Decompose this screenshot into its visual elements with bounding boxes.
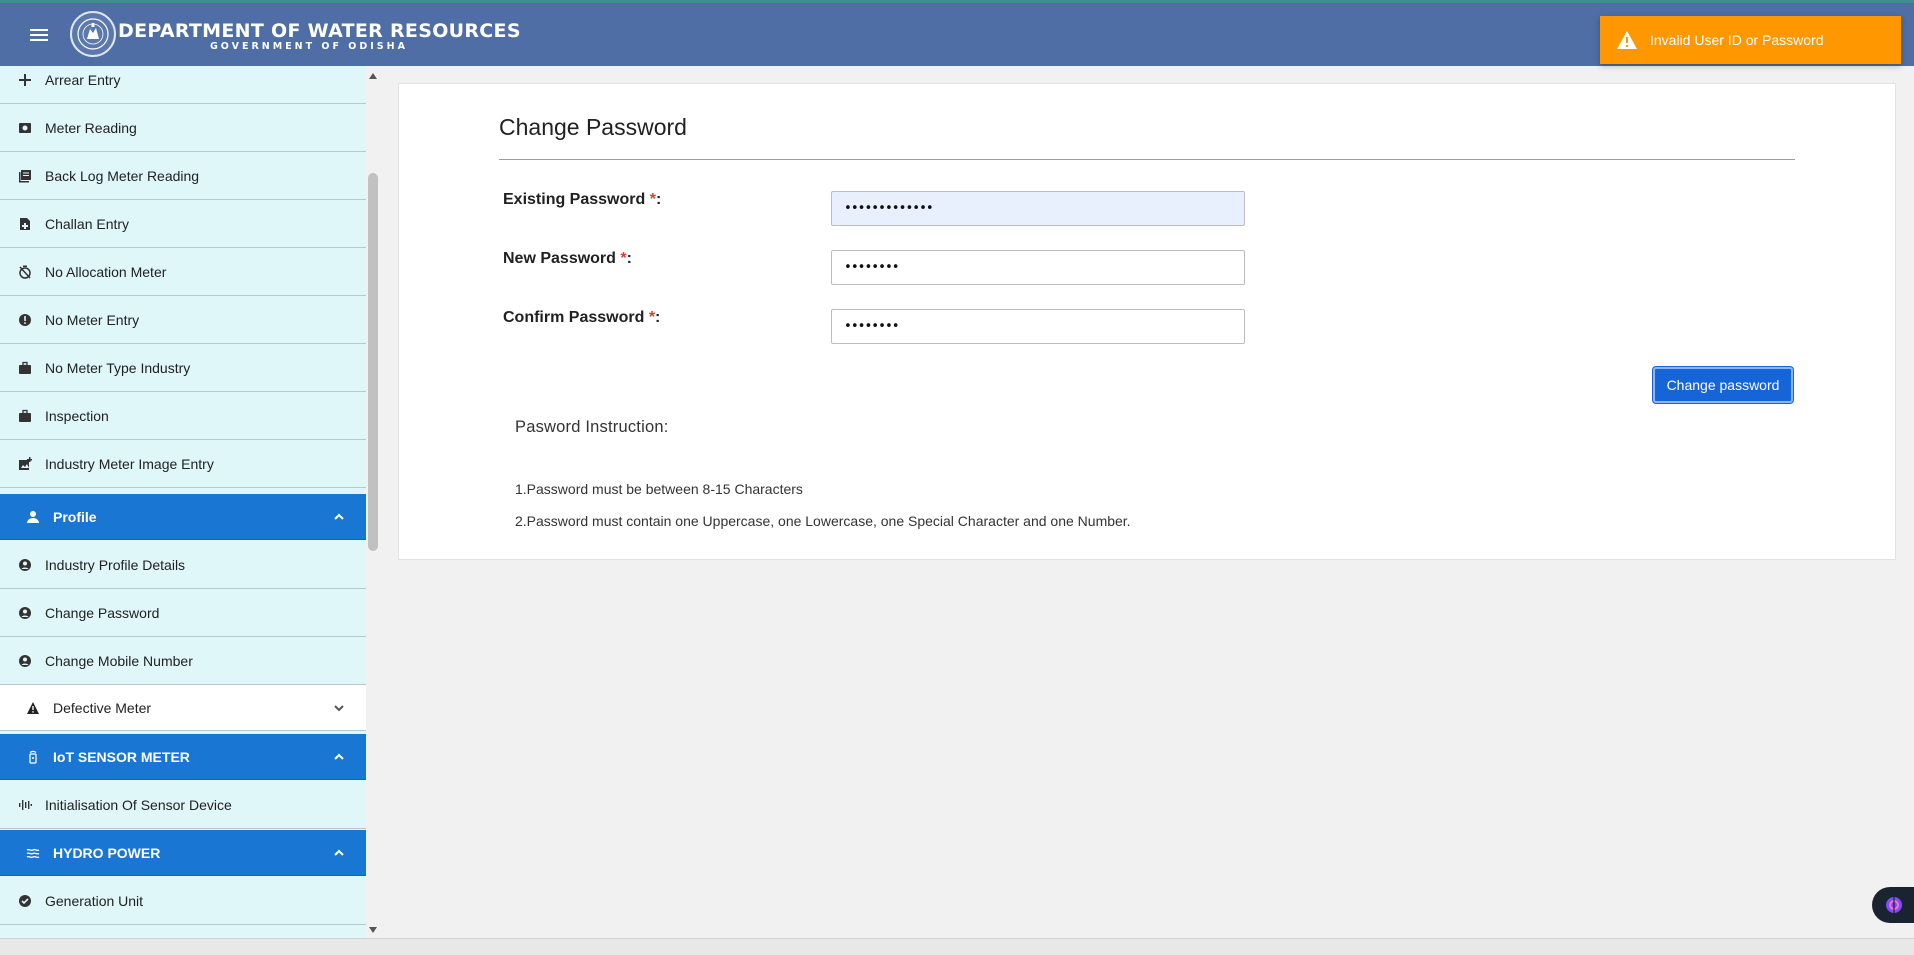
sidebar-section-iot-sensor-meter[interactable]: IoT SENSOR METER (0, 734, 366, 780)
sidebar-item-label: Meter Reading (45, 119, 137, 136)
sidebar-section-label: Defective Meter (53, 699, 152, 716)
odisha-emblem-logo (70, 11, 116, 57)
instruction-line: 1.Password must be between 8-15 Characte… (515, 481, 803, 497)
app-window: DEPARTMENT OF WATER RESOURCES GOVERNMENT… (0, 3, 1914, 955)
sidebar-item-label: Arrear Entry (45, 71, 121, 88)
sidebar-section-label: Profile (53, 508, 97, 525)
library-books-icon (18, 169, 32, 183)
sidebar-item-back-log-meter-reading[interactable]: Back Log Meter Reading (0, 152, 366, 200)
sidebar-section-hydro-power[interactable]: HYDRO POWER (0, 830, 366, 876)
sidebar-item-change-password[interactable]: Change Password (0, 589, 366, 637)
waves-icon (26, 846, 40, 860)
sidebar-item-label: Industry Meter Image Entry (45, 455, 214, 472)
chevron-up-icon (334, 753, 344, 760)
chevron-down-icon (334, 705, 344, 712)
horizontal-scrollbar[interactable] (0, 938, 1914, 955)
page-title: Change Password (499, 114, 687, 140)
error-toast[interactable]: Invalid User ID or Password (1600, 16, 1901, 64)
timer-off-icon (18, 265, 32, 279)
sensor-icon (26, 750, 40, 764)
existing-password-label: Existing Password *: (503, 191, 662, 208)
account-circle-icon (18, 606, 32, 620)
sidebar-item-label: No Meter Entry (45, 311, 140, 328)
sidebar-item-generation-unit[interactable]: Generation Unit (0, 877, 366, 925)
assistant-icon (1886, 897, 1902, 913)
sidebar-item-label: Inspection (45, 407, 109, 424)
add-photo-icon (18, 456, 32, 471)
sidebar-item-label: Change Mobile Number (45, 652, 193, 669)
instruction-line: 2.Password must contain one Uppercase, o… (515, 513, 1131, 529)
new-password-label: New Password *: (503, 250, 632, 267)
plus-icon (18, 73, 32, 87)
sidebar-item-label: Change Password (45, 604, 160, 621)
sidebar-item-inspection[interactable]: Inspection (0, 392, 366, 440)
sidebar-item-label: Back Log Meter Reading (45, 167, 200, 184)
sidebar-item-meter-reading[interactable]: Meter Reading (0, 104, 366, 152)
sidebar-item-label: Generation Unit (45, 892, 144, 909)
sidebar-item-label: Industry Profile Details (45, 556, 186, 573)
sidebar-item-label: Initialisation Of Sensor Device (45, 796, 232, 813)
note-add-icon (18, 217, 32, 231)
sidebar-item-no-meter-entry[interactable]: No Meter Entry (0, 296, 366, 344)
confirm-password-label: Confirm Password *: (503, 309, 661, 326)
scroll-up-arrow-icon[interactable] (369, 73, 377, 79)
sidebar-item-challan-entry[interactable]: Challan Entry (0, 200, 366, 248)
person-icon (26, 510, 40, 524)
account-circle-icon (18, 654, 32, 668)
scroll-down-arrow-icon[interactable] (369, 927, 377, 933)
toast-message: Invalid User ID or Password (1650, 32, 1824, 48)
warning-icon (1617, 31, 1637, 49)
sidebar-item-no-allocation-meter[interactable]: No Allocation Meter (0, 248, 366, 296)
chevron-up-icon (334, 849, 344, 856)
brand: DEPARTMENT OF WATER RESOURCES GOVERNMENT… (118, 21, 521, 53)
existing-password-field[interactable]: ••••••••••••• (831, 191, 1245, 226)
sidebar: Arrear Entry Meter Reading Back Log Mete… (0, 66, 366, 938)
title-divider (499, 159, 1795, 160)
new-password-field[interactable]: •••••••• (831, 250, 1245, 285)
sidebar-item-label: No Meter Type Industry (45, 359, 191, 376)
sidebar-section-profile[interactable]: Profile (0, 494, 366, 540)
sidebar-item-industry-meter-image-entry[interactable]: Industry Meter Image Entry (0, 440, 366, 488)
sidebar-item-label: No Allocation Meter (45, 263, 167, 280)
sidebar-item-label: Challan Entry (45, 215, 130, 232)
sidebar-item-no-meter-type-industry[interactable]: No Meter Type Industry (0, 344, 366, 392)
sidebar-section-defective-meter[interactable]: Defective Meter (0, 685, 366, 731)
sidebar-item-industry-profile-details[interactable]: Industry Profile Details (0, 541, 366, 589)
sidebar-item-initialisation-of-sensor-device[interactable]: Initialisation Of Sensor Device (0, 781, 366, 829)
account-circle-icon (18, 558, 32, 572)
error-icon (18, 313, 32, 327)
sidebar-item-arrear-entry[interactable]: Arrear Entry (0, 66, 366, 104)
sidebar-item-change-mobile-number[interactable]: Change Mobile Number (0, 637, 366, 685)
sidebar-section-label: HYDRO POWER (53, 844, 161, 861)
assistant-fab-button[interactable] (1872, 887, 1914, 923)
warning-icon (26, 701, 40, 715)
sidebar-scrollbar-thumb[interactable] (368, 173, 378, 551)
brand-subtitle: GOVERNMENT OF ODISHA (210, 41, 408, 52)
confirm-password-field[interactable]: •••••••• (831, 309, 1245, 344)
chevron-up-icon (334, 513, 344, 520)
briefcase-icon (18, 409, 32, 423)
briefcase-icon (18, 361, 32, 375)
menu-icon[interactable] (30, 29, 48, 43)
brand-title: DEPARTMENT OF WATER RESOURCES (118, 20, 521, 42)
graphic-eq-icon (18, 798, 32, 812)
change-password-card: Change Password Existing Password *: •••… (398, 83, 1896, 560)
sidebar-section-label: IoT SENSOR METER (53, 748, 190, 765)
instructions-title: Pasword Instruction: (515, 418, 669, 436)
change-password-button[interactable]: Change password (1653, 367, 1793, 403)
check-circle-icon (18, 894, 32, 908)
image-search-icon (18, 121, 32, 135)
